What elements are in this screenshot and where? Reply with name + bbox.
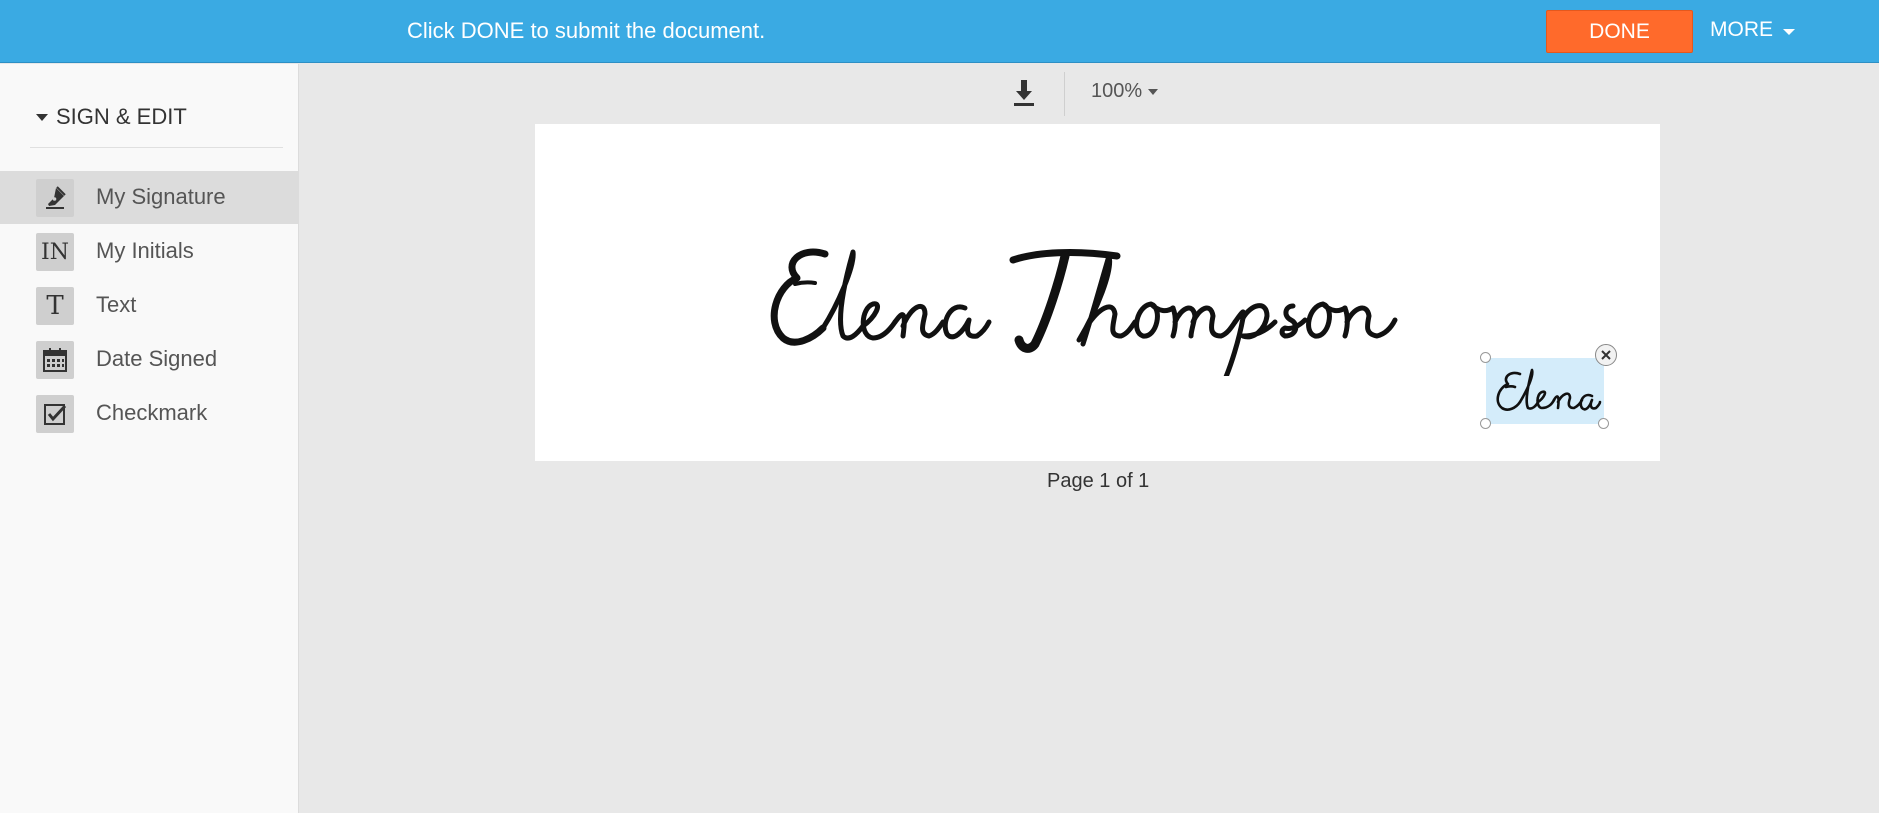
chevron-down-icon xyxy=(1148,88,1159,95)
sidebar-item-my-initials[interactable]: IN My Initials xyxy=(0,225,299,278)
calendar-icon xyxy=(36,341,74,379)
pen-nib-icon xyxy=(36,179,74,217)
sidebar-item-label: Text xyxy=(96,292,137,317)
sidebar-item-my-signature[interactable]: My Signature xyxy=(0,171,299,224)
sidebar-item-label: Checkmark xyxy=(96,400,208,425)
initials-icon: IN xyxy=(36,233,74,271)
more-label: MORE xyxy=(1710,18,1773,41)
sidebar-item-label: My Signature xyxy=(96,184,226,209)
checkbox-icon xyxy=(36,395,74,433)
resize-handle-bottom-left[interactable] xyxy=(1480,418,1491,429)
top-bar: Click DONE to submit the document. DONE … xyxy=(0,0,1879,63)
download-icon[interactable] xyxy=(1010,77,1038,109)
sidebar-item-checkmark[interactable]: Checkmark xyxy=(0,387,299,440)
divider xyxy=(30,147,283,148)
remove-field-close-icon[interactable] xyxy=(1595,344,1617,366)
zoom-value: 100% xyxy=(1091,80,1143,102)
sidebar-item-label: Date Signed xyxy=(96,346,218,371)
signature-image xyxy=(770,248,1398,376)
page-indicator: Page 1 of 1 xyxy=(1047,470,1150,492)
sidebar-item-label: My Initials xyxy=(96,238,194,263)
document-page xyxy=(535,124,1660,461)
done-button[interactable]: DONE xyxy=(1546,10,1693,53)
chevron-down-icon xyxy=(1783,28,1795,35)
resize-handle-bottom-right[interactable] xyxy=(1598,418,1609,429)
sidebar: SIGN & EDIT My Signature IN My Initials … xyxy=(0,64,299,813)
sign-edit-section-toggle[interactable]: SIGN & EDIT xyxy=(36,104,187,130)
text-icon: T xyxy=(36,287,74,325)
initials-icon-text: IN xyxy=(41,239,69,265)
initials-signature-image xyxy=(1496,368,1602,411)
sidebar-item-text[interactable]: T Text xyxy=(0,279,299,332)
toolbar-divider xyxy=(1064,72,1065,116)
resize-handle-top-left[interactable] xyxy=(1480,352,1491,363)
zoom-select[interactable]: 100% xyxy=(1091,80,1159,103)
text-icon-glyph: T xyxy=(46,291,64,321)
section-title: SIGN & EDIT xyxy=(56,104,187,129)
instruction-message: Click DONE to submit the document. xyxy=(407,18,766,43)
more-menu-button[interactable]: MORE xyxy=(1710,18,1795,42)
initials-field[interactable] xyxy=(1486,358,1604,424)
caret-down-icon xyxy=(36,113,48,121)
sidebar-item-date-signed[interactable]: Date Signed xyxy=(0,333,299,386)
